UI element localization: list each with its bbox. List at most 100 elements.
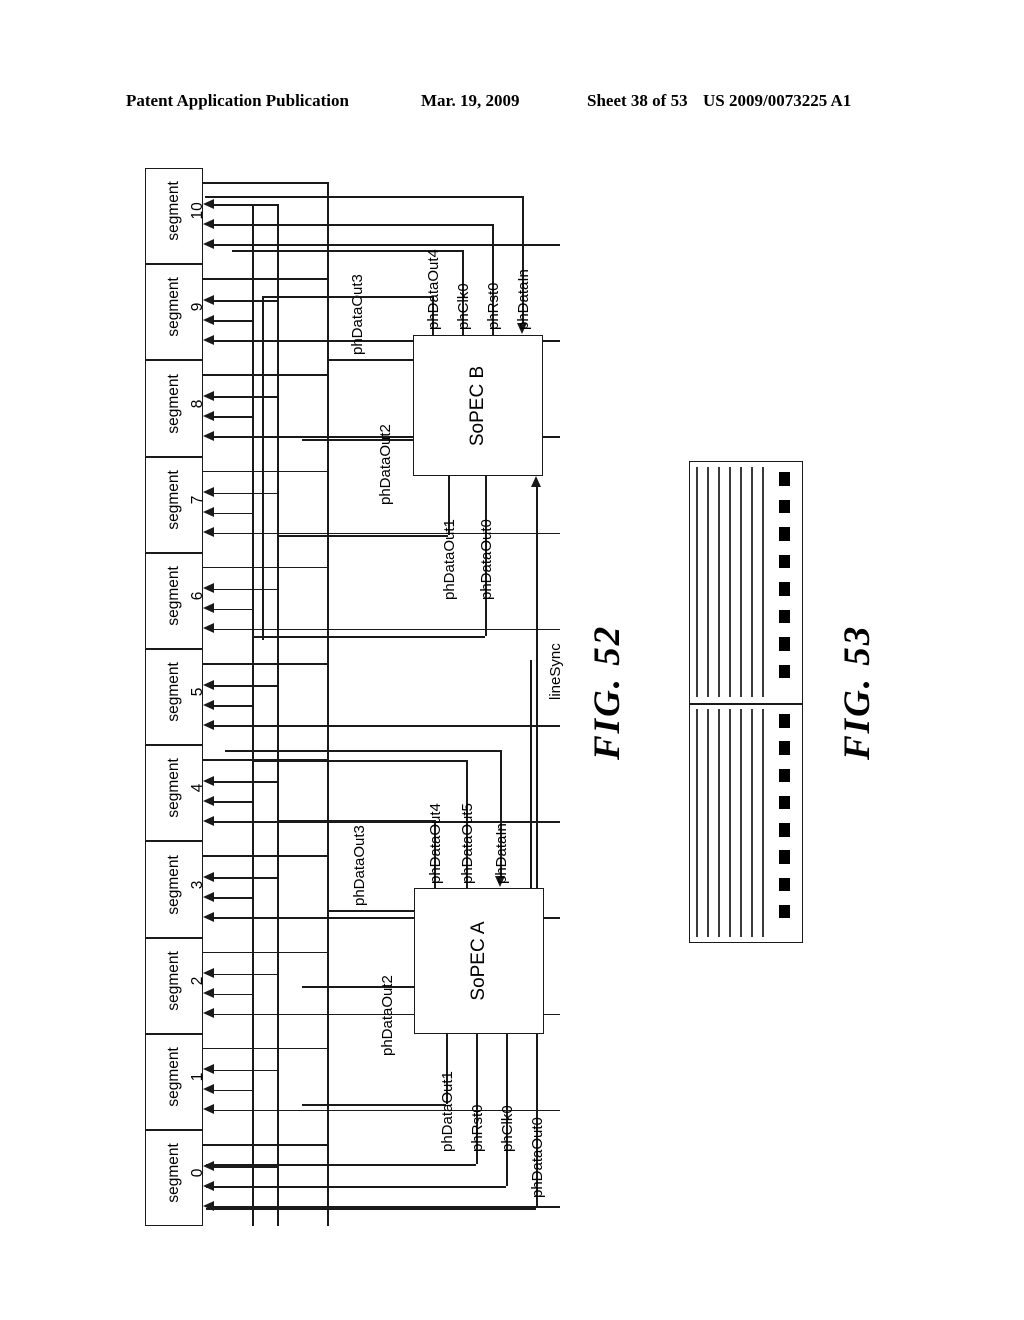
label-phclk0-a: phClk0 — [499, 1105, 516, 1152]
segment-wire — [213, 300, 277, 302]
segment-rail — [203, 374, 327, 376]
sopec-b-top-route — [214, 224, 492, 226]
sopec-a-label: SoPEC A — [468, 921, 489, 1001]
segment-label-name: segment — [165, 1143, 182, 1203]
fig53-nozzle-line — [718, 467, 720, 697]
segment-wire — [213, 1166, 277, 1168]
segment-rail — [203, 1047, 327, 1050]
segment-label-name: segment — [165, 469, 182, 530]
sopec-b-top-route — [262, 296, 264, 640]
label-phdataout2-a: phDataOut2 — [379, 975, 396, 1056]
sopec-a-bot-route — [302, 1104, 446, 1106]
sopec-a-top-stub — [530, 660, 532, 888]
segment-box: segment 8 — [145, 360, 206, 457]
segment-rail — [203, 182, 327, 184]
fig53-nozzle-line — [740, 709, 742, 937]
segment-rail — [203, 470, 327, 473]
label-phdataout3-a: phDataOut3 — [351, 825, 368, 906]
fig53-nozzle-line — [696, 709, 698, 937]
segment-box: segment 0 — [145, 1130, 206, 1227]
segment-box: segment 6 — [145, 552, 206, 649]
segment-wire — [213, 897, 252, 899]
label-phrst0-a: phRst0 — [469, 1104, 486, 1152]
bus-riser — [327, 182, 329, 1227]
figure-53-caption: FIG. 53 — [837, 624, 878, 760]
sopec-b-bot-route — [253, 636, 485, 638]
label-phrst0-b: phRst0 — [485, 282, 502, 330]
segment-wire — [213, 608, 252, 611]
segment-wire — [213, 244, 560, 246]
sopec-b-pin-wire — [327, 359, 413, 361]
sopec-a-top-route — [277, 820, 434, 822]
segment-wire — [213, 705, 252, 707]
sopec-b-datain-route — [205, 196, 522, 198]
fig53-dash — [779, 609, 790, 624]
segment-wire — [213, 877, 277, 879]
fig53-dash — [779, 472, 790, 486]
segment-label-name: segment — [165, 854, 182, 915]
segment-label-wrap: segment 9 — [146, 265, 206, 359]
sopec-b-pin-wire — [302, 439, 413, 441]
segment-rail — [203, 855, 327, 857]
fig53-dash — [779, 582, 790, 596]
label-phdataout2-b: phDataOut2 — [377, 424, 394, 505]
sopec-a-chip[interactable]: SoPEC A — [414, 888, 544, 1034]
segment-label-name: segment — [165, 662, 182, 722]
sopec-a-bot-route — [206, 1186, 506, 1188]
segment-label-wrap: segment 8 — [146, 361, 206, 455]
segment-box: segment 2 — [145, 937, 206, 1034]
segment-wire — [213, 725, 560, 727]
fig53-dash — [779, 904, 790, 919]
fig53-nozzle-line — [751, 467, 753, 697]
sopec-a-bot-route — [206, 1208, 536, 1210]
fig53-dash — [779, 714, 790, 728]
header-date: Mar. 19, 2009 — [421, 91, 520, 110]
segment-label-wrap: segment 5 — [146, 650, 206, 744]
label-phdataout0-a: phDataOut0 — [529, 1117, 546, 1198]
segment-wire — [213, 416, 252, 418]
label-phdataout4-b: phDataOut4 — [425, 249, 442, 330]
segment-label-name: segment — [165, 181, 182, 241]
fig53-nozzle-line — [762, 709, 764, 937]
label-phclk0-b: phClk0 — [455, 283, 472, 330]
fig53-dash — [779, 664, 790, 679]
arrowhead-up-linesync — [531, 476, 542, 487]
bus-riser — [252, 204, 254, 1227]
segment-rail — [203, 1144, 327, 1146]
segment-rail — [203, 663, 327, 665]
sopec-a-bot-route — [206, 1164, 476, 1166]
fig53-dash — [779, 637, 790, 651]
segment-wire — [213, 396, 277, 398]
segment-wire — [213, 1089, 252, 1092]
fig53-nozzle-line — [751, 709, 753, 937]
segment-box: segment 1 — [145, 1033, 206, 1130]
segment-wire — [213, 685, 277, 687]
sopec-a-pin-wire — [327, 910, 414, 912]
header-sheet: Sheet 38 of 53 — [587, 91, 688, 110]
label-phdataout1-a: phDataOut1 — [439, 1071, 456, 1152]
figure-52-caption: FIG. 52 — [587, 624, 628, 760]
segment-label-name: segment — [165, 566, 182, 626]
fig53-nozzle-line — [729, 709, 731, 937]
fig53-nozzle-line — [718, 709, 720, 937]
label-phdataout5-a: phDataOut5 — [459, 803, 476, 884]
sopec-b-bot-route — [278, 535, 448, 537]
label-phdatain-b: phDataIn — [515, 269, 532, 330]
sopec-a-datain-route — [225, 750, 500, 752]
fig53-nozzle-line — [762, 467, 764, 697]
sopec-a-pin-wire — [302, 986, 414, 988]
fig53-dash — [779, 850, 790, 864]
segment-label-name: segment — [165, 950, 182, 1011]
segment-wire — [213, 512, 252, 515]
label-phdataout1-b: phDataOut1 — [441, 519, 458, 600]
sopec-a-top-route — [252, 760, 466, 762]
segment-rail — [203, 566, 327, 569]
sopec-b-chip[interactable]: SoPEC B — [413, 335, 543, 476]
segment-box: segment 4 — [145, 745, 206, 842]
segment-wire — [213, 993, 252, 996]
segment-wire — [213, 1069, 277, 1072]
segment-label-name: segment — [165, 277, 182, 338]
segment-wire — [213, 204, 277, 206]
fig53-nozzle-line — [696, 467, 698, 697]
segment-rail — [203, 278, 327, 280]
